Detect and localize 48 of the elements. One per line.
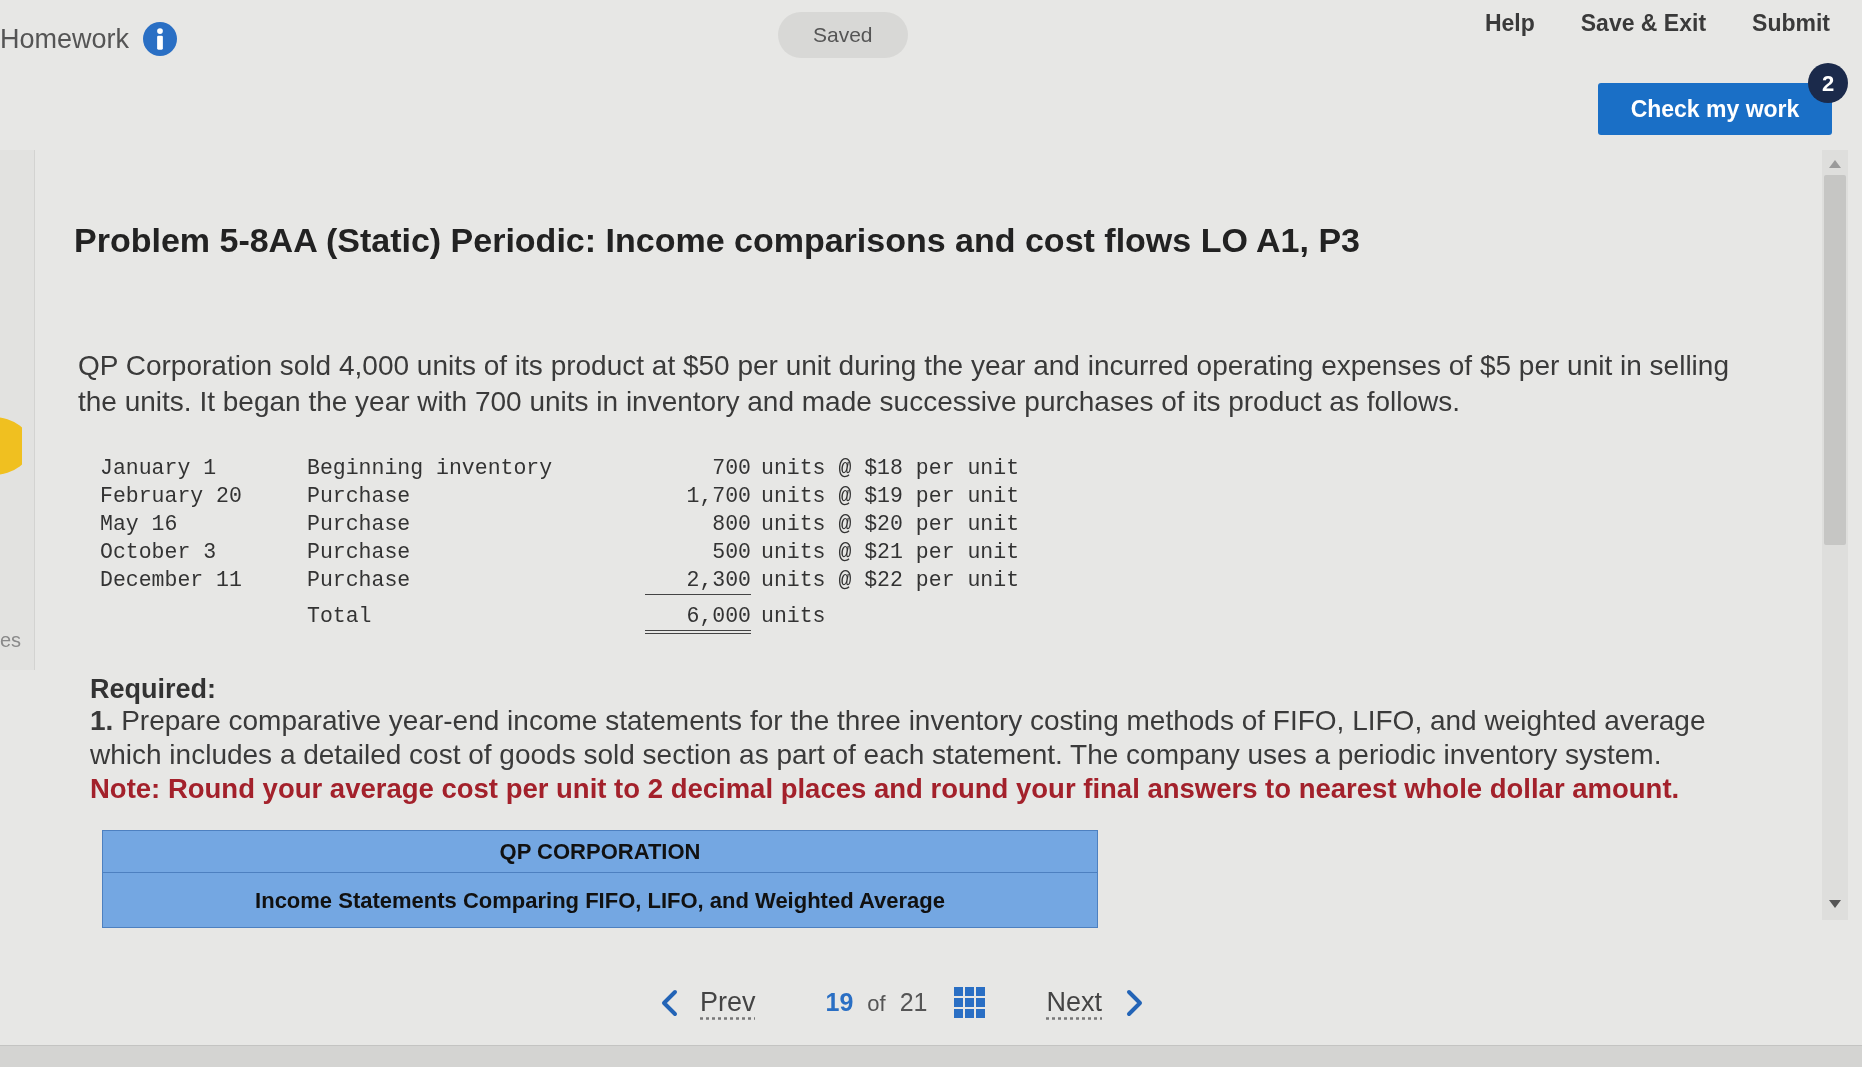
total-label: Total: [307, 603, 373, 630]
side-panel-label: es: [0, 628, 22, 653]
total-units: 6,000: [645, 602, 751, 634]
header-link[interactable]: Submit: [1752, 5, 1830, 41]
header-link[interactable]: Save & Exit: [1580, 5, 1707, 41]
prev-button[interactable]: Prev: [660, 982, 756, 1023]
required-instruction: 1. Prepare comparative year-end income statements for the three inventory costing methods of FIFO, LIFO, and weighted average which includes a detailed cost of goods sold section as part of each statement. The company uses a periodic inventory system.: [90, 704, 1707, 772]
purchase-units: 500: [711, 539, 751, 566]
purchase-date: October 3: [100, 539, 218, 566]
purchase-description: Purchase: [307, 539, 412, 566]
page-title: Homework: [0, 22, 130, 56]
next-button[interactable]: Next: [1046, 982, 1145, 1023]
problem-intro: QP Corporation sold 4,000 units of its product at $50 per unit during the year and incurred operating expenses of $5 per unit in selling the units. It began the year with 700 units in inventory and made successive purchases of its product as follows.: [77, 349, 1730, 419]
purchase-description: Beginning inventory: [307, 455, 554, 482]
required-heading: Required:: [90, 674, 217, 704]
purchase-description: Purchase: [307, 567, 412, 594]
purchase-units: 700: [711, 455, 751, 482]
grid-icon[interactable]: [953, 987, 985, 1018]
count-badge: 2: [1808, 63, 1848, 103]
purchase-cost: units @ $19 per unit: [760, 483, 1021, 510]
purchase-date: December 11: [100, 567, 243, 594]
purchase-units: 2,300: [645, 566, 751, 595]
scrollbar-thumb[interactable]: [1824, 175, 1846, 545]
company-name: QP CORPORATION: [103, 831, 1097, 873]
purchase-date: January 1: [100, 455, 218, 482]
page-indicator[interactable]: 19 of 21: [825, 983, 928, 1022]
scroll-up-arrow-icon[interactable]: [1829, 160, 1841, 168]
scroll-down-arrow-icon[interactable]: [1829, 900, 1841, 908]
info-icon[interactable]: [143, 22, 178, 56]
chevron-right-icon: [1126, 988, 1145, 1017]
purchase-description: Purchase: [307, 483, 412, 510]
statement-title: Income Statements Comparing FIFO, LIFO, and Weighted Average: [254, 886, 946, 915]
purchase-date: May 16: [100, 511, 179, 538]
problem-title: Problem 5-8AA (Static) Periodic: Income comparisons and cost flows LO A1, P3: [74, 220, 1361, 260]
rounding-note: Note: Round your average cost per unit to 2 decimal places and round your final answers to nearest whole dollar amount.: [90, 772, 1681, 806]
purchase-cost: units @ $20 per unit: [760, 511, 1021, 538]
purchase-description: Purchase: [307, 511, 412, 538]
purchase-date: February 20: [100, 483, 243, 510]
purchase-cost: units @ $18 per unit: [760, 455, 1021, 482]
purchase-units: 1,700: [685, 483, 751, 510]
purchase-cost: units @ $22 per unit: [760, 567, 1021, 594]
purchase-cost: units @ $21 per unit: [760, 539, 1021, 566]
purchase-units: 800: [711, 511, 751, 538]
total-unit-label: units: [760, 603, 827, 630]
saved-status-pill: Saved: [778, 12, 908, 58]
scrollbar[interactable]: [1822, 150, 1848, 920]
header-link[interactable]: Help: [1484, 5, 1535, 41]
chevron-left-icon: [660, 988, 678, 1017]
